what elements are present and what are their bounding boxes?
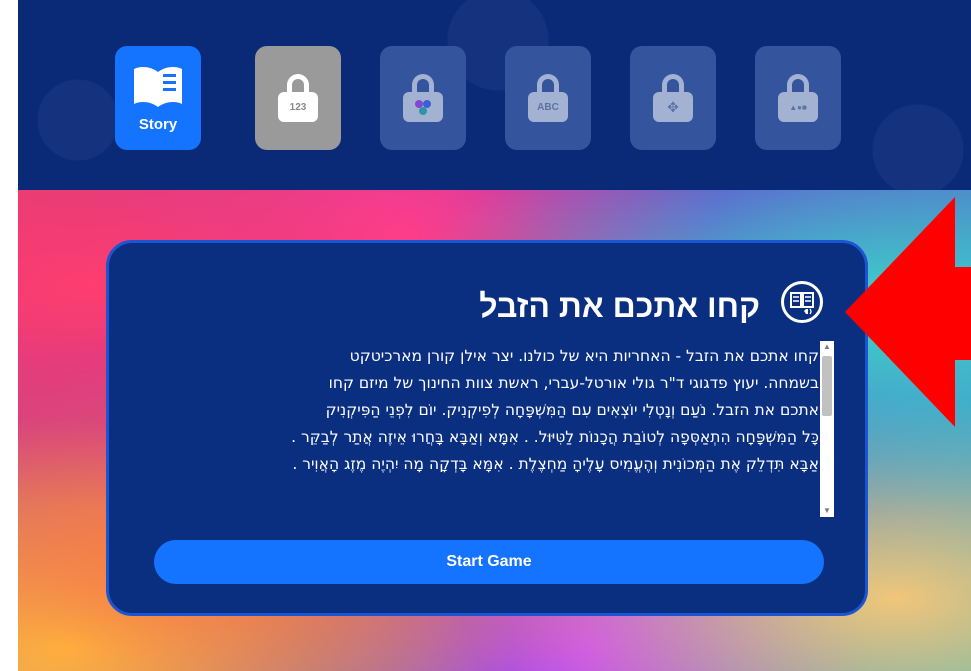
story-line: אתכם את הזבל. נֹעַם וְנָטְלִי יוֹצְאִים … <box>325 401 819 419</box>
scroll-up-icon[interactable]: ▲ <box>820 341 834 353</box>
lock-glyph: ABC <box>528 92 568 122</box>
book-icon <box>134 66 182 107</box>
story-line: בשמחה. יעוץ פדגוגי ד"ר גולי אורטל-עברי, … <box>328 374 819 392</box>
lock-glyph: 123 <box>278 92 318 122</box>
module-tab-bar: Story 123 ABC ✥ ▲●■ <box>18 0 971 190</box>
tab-locked-move[interactable]: ✥ <box>630 46 716 150</box>
story-card: קחו אתכם את הזבל קחו אתכם את הזבל - האחר… <box>106 240 868 616</box>
story-title: קחו אתכם את הזבל <box>479 288 760 324</box>
read-aloud-button[interactable] <box>781 281 823 323</box>
lock-shapes-icon: ▲●■ <box>778 74 818 122</box>
lock-glyph: ✥ <box>653 92 693 122</box>
lock-glyph: ▲●■ <box>778 92 818 122</box>
lock-icon: 123 <box>278 74 318 122</box>
tab-locked-colors[interactable] <box>380 46 466 150</box>
color-dots-icon <box>415 100 431 115</box>
lock-colors-icon <box>403 74 443 122</box>
story-line: קחו אתכם את הזבל - האחריות היא של כולנו.… <box>349 347 819 365</box>
scroll-thumb[interactable] <box>822 356 832 416</box>
start-game-button[interactable]: Start Game <box>154 540 824 584</box>
tab-locked-numbers[interactable]: 123 <box>255 46 341 150</box>
story-line: כָּל הַמִּשְׁפָּחָה הִתְאַסְּפָה לְטוֹבַ… <box>291 428 819 446</box>
annotation-arrow-icon <box>845 197 971 427</box>
lock-icon: ABC <box>528 74 568 122</box>
lock-move-icon: ✥ <box>653 74 693 122</box>
story-line: אַבָּא תִּדְלֵק אֶת הַמְּכוֹנִית וְהֶעֱמ… <box>292 455 819 473</box>
book-audio-icon <box>790 292 814 315</box>
tab-story[interactable]: Story <box>115 46 201 150</box>
tab-locked-letters[interactable]: ABC <box>505 46 591 150</box>
story-text: קחו אתכם את הזבל - האחריות היא של כולנו.… <box>139 343 819 521</box>
tab-story-label: Story <box>138 115 178 133</box>
story-scrollbar[interactable]: ▲ ▼ <box>820 341 834 517</box>
tab-locked-shapes[interactable]: ▲●■ <box>755 46 841 150</box>
scroll-down-icon[interactable]: ▼ <box>820 505 834 517</box>
